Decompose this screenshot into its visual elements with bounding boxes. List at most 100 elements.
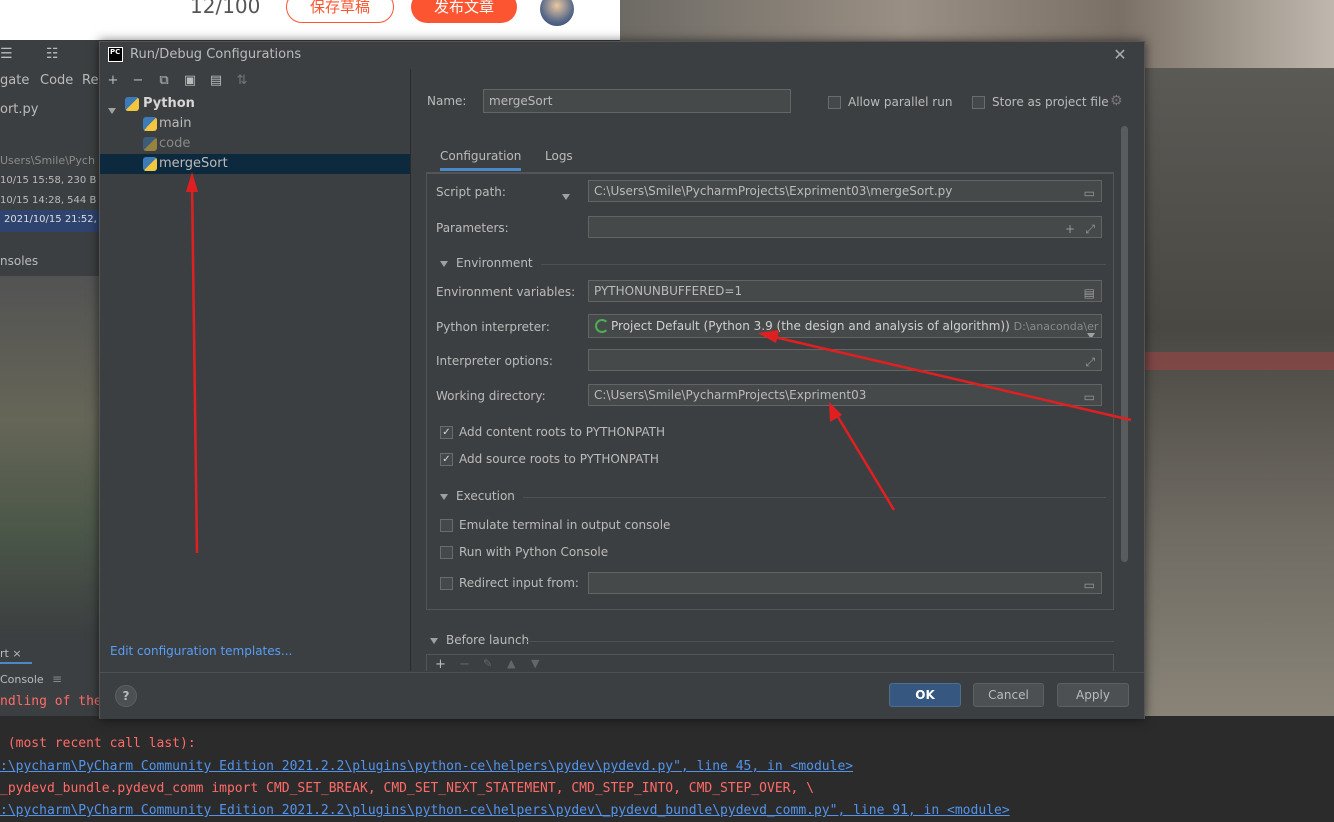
copy-icon[interactable]: ⧉ [157,74,171,88]
project-file[interactable]: ort.py [0,102,38,117]
chevron-down-icon [440,260,448,267]
name-input[interactable]: mergeSort [483,89,791,113]
redirect-input-field[interactable]: ▭ [588,572,1102,594]
publish-button[interactable]: 发布文章 [411,0,517,23]
add-icon[interactable]: + [106,74,120,88]
menu-refactor[interactable]: Re [82,73,98,88]
background-photo-right [1143,68,1334,718]
python-console-label: Run with Python Console [459,545,609,559]
tree-group-label: Python [143,96,195,111]
content-roots-checkbox[interactable]: ✓ [440,426,453,439]
before-launch-list: + − ✎ ▲ ▼ [426,654,1114,672]
folder-icon[interactable]: ▭ [1084,575,1095,593]
save-draft-button[interactable]: 保存草稿 [286,0,394,23]
dialog-button-bar: ? OK Cancel Apply [100,672,1144,719]
help-button[interactable]: ? [115,685,137,707]
script-path-value: C:\Users\Smile\PycharmProjects\Expriment… [594,184,953,198]
console-tab[interactable]: Console [0,673,44,686]
interpreter-options-input[interactable]: ⤢ [588,349,1102,371]
configuration-details-pane: Name: mergeSort Allow parallel run Store… [411,69,1142,672]
chevron-down-icon[interactable] [562,189,570,203]
interpreter-select[interactable]: Project Default (Python 3.9 (the design … [588,314,1102,338]
interpreter-label: Python interpreter: [436,320,550,334]
file-meta: 2021/10/15 21:52, [4,214,97,225]
menu-navigate[interactable]: gate [0,73,29,88]
python-console-checkbox[interactable] [440,546,453,559]
browser-page-header: 12/100 保存草稿 发布文章 [0,0,620,40]
source-roots-checkbox[interactable]: ✓ [440,453,453,466]
tab-configuration[interactable]: Configuration [440,149,522,171]
file-meta: 10/15 14:28, 544 B [0,195,97,206]
scrollbar[interactable] [1121,126,1128,562]
store-project-label: Store as project file [992,95,1109,109]
edit-icon[interactable]: ✎ [483,657,492,670]
interpreter-path: D:\anaconda\er [1013,320,1099,333]
save-icon[interactable]: ▣ [183,74,197,88]
dialog-titlebar[interactable]: PC Run/Debug Configurations ✕ [100,42,1144,68]
add-icon[interactable]: + [435,657,446,672]
tree-item-mergesort[interactable]: mergeSort [100,154,410,174]
environment-section-label: Environment [456,256,533,270]
workdir-value: C:\Users\Smile\PycharmProjects\Expriment… [594,388,867,402]
apply-button[interactable]: Apply [1057,683,1129,707]
background-photo [0,276,100,636]
new-folder-icon[interactable]: ▤ [209,74,223,88]
tree-item-code[interactable]: code [100,134,410,154]
tree-group-python[interactable]: Python [100,94,410,114]
run-debug-dialog: PC Run/Debug Configurations ✕ + − ⧉ ▣ ▤ … [99,41,1145,719]
python-icon [143,117,157,131]
tree-item-main[interactable]: main [100,114,410,134]
store-project-checkbox[interactable] [972,96,985,109]
console-line: (most recent call last): [0,736,196,751]
scratches-consoles[interactable]: nsoles [0,254,38,268]
redirect-input-checkbox[interactable] [440,577,453,590]
tab-logs[interactable]: Logs [545,149,573,163]
before-launch-section[interactable]: Before launch [430,633,529,647]
folder-icon[interactable]: ▭ [1084,183,1095,201]
remove-icon[interactable]: − [459,657,470,672]
user-avatar[interactable] [540,0,574,26]
plus-icon[interactable]: + [1065,219,1075,237]
move-up-icon[interactable]: ▲ [507,657,515,670]
run-console: ndling of the (most recent call last): :… [0,694,1334,822]
move-down-icon[interactable]: ▼ [531,657,539,670]
script-path-input[interactable]: C:\Users\Smile\PycharmProjects\Expriment… [588,180,1102,202]
console-link[interactable]: :\pycharm\PyCharm Community Edition 2021… [0,803,1010,818]
edit-templates-link[interactable]: Edit configuration templates... [110,644,292,658]
python-icon [143,137,157,151]
document-icon[interactable]: ▤ [1084,283,1095,301]
console-line: ndling of the [0,694,102,709]
menu-lines-icon[interactable]: ≡ [52,672,62,686]
selected-file-row[interactable]: 2021/10/15 21:52, [0,210,100,232]
allow-parallel-checkbox[interactable] [828,96,841,109]
run-tab[interactable]: rt × [0,647,22,660]
background-highlight [1143,352,1334,370]
ok-button[interactable]: OK [889,683,961,707]
env-vars-label: Environment variables: [436,285,576,299]
interpreter-value: Project Default (Python 3.9 (the design … [611,319,1010,333]
expand-icon[interactable]: ⤢ [1085,352,1095,370]
gear-icon[interactable]: ⚙ [1110,93,1123,109]
expand-icon[interactable]: ⤢ [1085,219,1095,237]
chevron-down-icon [430,637,438,644]
sort-icon[interactable]: ⇅ [235,74,249,88]
menu-code[interactable]: Code [40,73,73,88]
workdir-input[interactable]: C:\Users\Smile\PycharmProjects\Expriment… [588,384,1102,406]
tree-item-label: code [159,136,191,151]
env-vars-value: PYTHONUNBUFFERED=1 [594,284,743,298]
folder-icon[interactable]: ▭ [1084,387,1095,405]
parameters-input[interactable]: + ⤢ [588,216,1102,238]
cancel-button[interactable]: Cancel [973,683,1044,707]
env-vars-input[interactable]: PYTHONUNBUFFERED=1 ▤ [588,280,1102,302]
environment-section[interactable]: Environment [440,256,533,270]
close-icon[interactable]: ✕ [1112,45,1128,64]
hamburger-icon[interactable]: ☰ [0,46,13,64]
execution-section[interactable]: Execution [440,489,515,503]
remove-icon[interactable]: − [131,74,145,88]
chevron-down-icon[interactable] [1087,324,1095,337]
list-icon[interactable]: ☷ [46,46,64,64]
emulate-terminal-checkbox[interactable] [440,519,453,532]
redirect-input-label: Redirect input from: [459,576,579,590]
console-line: _pydevd_bundle.pydevd_comm import CMD_SE… [0,781,814,796]
console-link[interactable]: :\pycharm\PyCharm Community Edition 2021… [0,759,853,774]
